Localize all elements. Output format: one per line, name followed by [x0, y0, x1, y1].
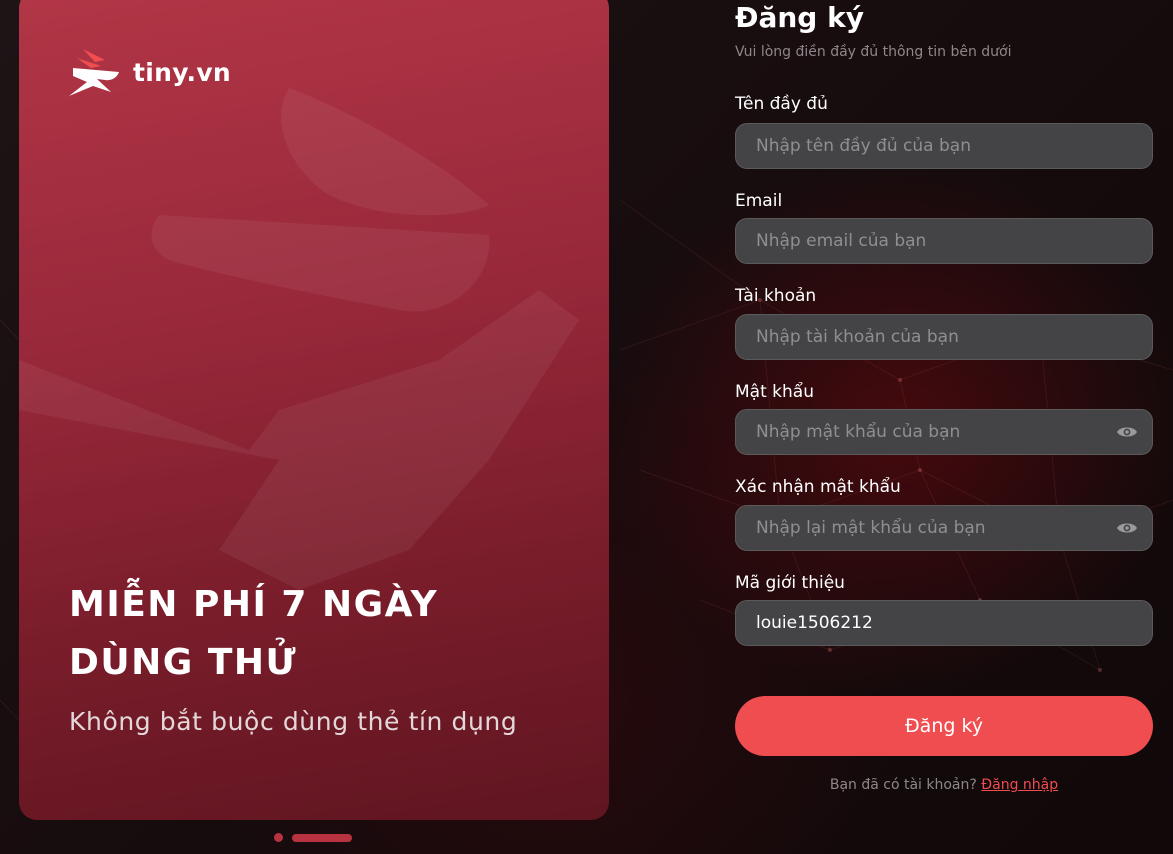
password-field: [735, 409, 1153, 455]
email-input[interactable]: [756, 231, 1132, 251]
username-label: Tài khoản: [735, 286, 817, 306]
confirm-password-label: Xác nhận mật khẩu: [735, 477, 901, 497]
username-field: [735, 314, 1153, 360]
rabbit-watermark-decoration: [19, 88, 579, 590]
confirm-password-field: [735, 505, 1153, 551]
referral-code-input[interactable]: [756, 613, 1132, 633]
password-input[interactable]: [756, 422, 1132, 442]
email-field: [735, 218, 1153, 264]
brand-name: tiny.vn: [133, 57, 232, 87]
promo-title-line2: DÙNG THỬ: [69, 642, 298, 683]
register-button[interactable]: Đăng ký: [735, 696, 1153, 756]
fullname-label: Tên đầy đủ: [735, 94, 828, 114]
eye-icon[interactable]: [1116, 424, 1138, 440]
promo-card: tiny.vn MIỄN PHÍ 7 NGÀY DÙNG THỬ Không b…: [19, 0, 609, 820]
password-label: Mật khẩu: [735, 382, 814, 402]
referral-code-label: Mã giới thiệu: [735, 573, 845, 593]
form-title: Đăng ký: [735, 1, 864, 34]
fullname-input[interactable]: [756, 136, 1132, 156]
confirm-password-input[interactable]: [756, 518, 1132, 538]
promo-title-line1: MIỄN PHÍ 7 NGÀY: [69, 584, 439, 625]
brand-logo: tiny.vn: [67, 46, 231, 98]
promo-subtitle: Không bắt buộc dùng thẻ tín dụng: [69, 707, 518, 736]
carousel-dot-active[interactable]: [292, 833, 352, 842]
form-subtitle: Vui lòng điền đầy đủ thông tin bên dưới: [735, 44, 1012, 60]
carousel-dot[interactable]: [274, 833, 283, 842]
carousel-indicators: [274, 833, 352, 842]
promo-title: MIỄN PHÍ 7 NGÀY DÙNG THỬ: [69, 576, 589, 692]
eye-icon[interactable]: [1116, 520, 1138, 536]
fullname-field: [735, 123, 1153, 169]
rabbit-logo-icon: [69, 49, 119, 96]
username-input[interactable]: [756, 327, 1132, 347]
email-label: Email: [735, 191, 783, 211]
login-link[interactable]: Đăng nhập: [981, 777, 1058, 793]
login-prompt-text: Bạn đã có tài khoản?: [829, 777, 977, 793]
referral-code-field: [735, 600, 1153, 646]
login-prompt: Bạn đã có tài khoản? Đăng nhập: [735, 777, 1153, 793]
